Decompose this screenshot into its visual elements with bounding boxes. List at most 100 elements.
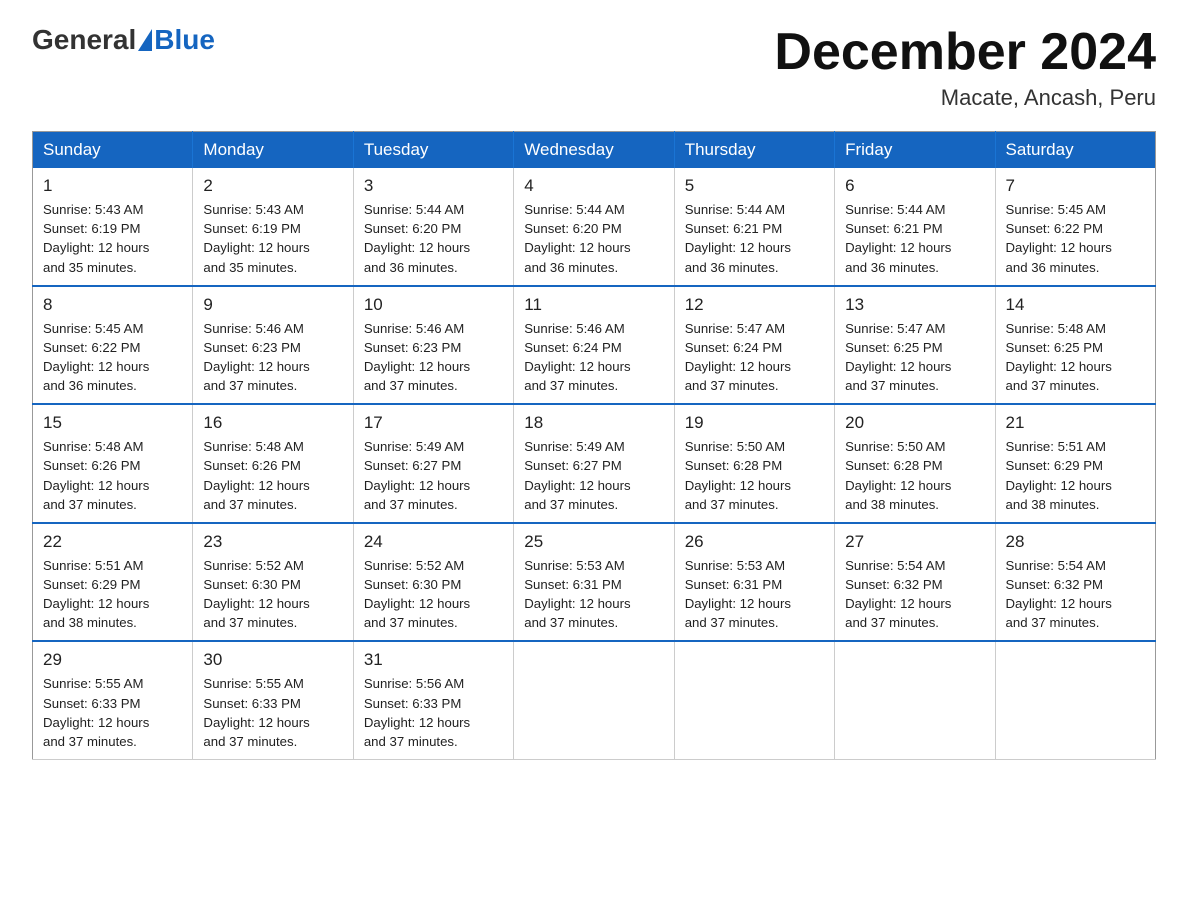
calendar-cell: [514, 641, 674, 759]
calendar-cell: 3 Sunrise: 5:44 AMSunset: 6:20 PMDayligh…: [353, 168, 513, 286]
calendar-cell: 19 Sunrise: 5:50 AMSunset: 6:28 PMDaylig…: [674, 404, 834, 523]
day-number: 29: [43, 650, 182, 670]
day-number: 23: [203, 532, 342, 552]
calendar-header-monday: Monday: [193, 132, 353, 169]
logo: General Blue: [32, 24, 215, 56]
day-info: Sunrise: 5:51 AMSunset: 6:29 PMDaylight:…: [43, 556, 182, 633]
title-area: December 2024 Macate, Ancash, Peru: [774, 24, 1156, 111]
day-number: 9: [203, 295, 342, 315]
day-info: Sunrise: 5:45 AMSunset: 6:22 PMDaylight:…: [1006, 200, 1145, 277]
day-info: Sunrise: 5:46 AMSunset: 6:23 PMDaylight:…: [364, 319, 503, 396]
calendar-week-3: 15 Sunrise: 5:48 AMSunset: 6:26 PMDaylig…: [33, 404, 1156, 523]
calendar-cell: 21 Sunrise: 5:51 AMSunset: 6:29 PMDaylig…: [995, 404, 1155, 523]
day-info: Sunrise: 5:44 AMSunset: 6:21 PMDaylight:…: [685, 200, 824, 277]
calendar-cell: 22 Sunrise: 5:51 AMSunset: 6:29 PMDaylig…: [33, 523, 193, 642]
calendar-cell: [835, 641, 995, 759]
calendar-week-5: 29 Sunrise: 5:55 AMSunset: 6:33 PMDaylig…: [33, 641, 1156, 759]
logo-general-text: General: [32, 24, 136, 56]
day-info: Sunrise: 5:51 AMSunset: 6:29 PMDaylight:…: [1006, 437, 1145, 514]
calendar-cell: 23 Sunrise: 5:52 AMSunset: 6:30 PMDaylig…: [193, 523, 353, 642]
day-number: 20: [845, 413, 984, 433]
day-number: 3: [364, 176, 503, 196]
calendar-table: SundayMondayTuesdayWednesdayThursdayFrid…: [32, 131, 1156, 760]
day-number: 26: [685, 532, 824, 552]
day-number: 27: [845, 532, 984, 552]
calendar-header-saturday: Saturday: [995, 132, 1155, 169]
day-number: 8: [43, 295, 182, 315]
day-number: 25: [524, 532, 663, 552]
calendar-cell: 1 Sunrise: 5:43 AMSunset: 6:19 PMDayligh…: [33, 168, 193, 286]
calendar-cell: 28 Sunrise: 5:54 AMSunset: 6:32 PMDaylig…: [995, 523, 1155, 642]
day-info: Sunrise: 5:48 AMSunset: 6:26 PMDaylight:…: [43, 437, 182, 514]
day-info: Sunrise: 5:46 AMSunset: 6:23 PMDaylight:…: [203, 319, 342, 396]
calendar-cell: 8 Sunrise: 5:45 AMSunset: 6:22 PMDayligh…: [33, 286, 193, 405]
day-number: 11: [524, 295, 663, 315]
day-info: Sunrise: 5:50 AMSunset: 6:28 PMDaylight:…: [685, 437, 824, 514]
calendar-header-sunday: Sunday: [33, 132, 193, 169]
calendar-cell: 11 Sunrise: 5:46 AMSunset: 6:24 PMDaylig…: [514, 286, 674, 405]
page-header: General Blue December 2024 Macate, Ancas…: [32, 24, 1156, 111]
calendar-cell: 20 Sunrise: 5:50 AMSunset: 6:28 PMDaylig…: [835, 404, 995, 523]
calendar-header-row: SundayMondayTuesdayWednesdayThursdayFrid…: [33, 132, 1156, 169]
day-number: 4: [524, 176, 663, 196]
calendar-cell: 14 Sunrise: 5:48 AMSunset: 6:25 PMDaylig…: [995, 286, 1155, 405]
location-title: Macate, Ancash, Peru: [774, 85, 1156, 111]
day-number: 15: [43, 413, 182, 433]
calendar-cell: 29 Sunrise: 5:55 AMSunset: 6:33 PMDaylig…: [33, 641, 193, 759]
calendar-cell: 25 Sunrise: 5:53 AMSunset: 6:31 PMDaylig…: [514, 523, 674, 642]
calendar-cell: 9 Sunrise: 5:46 AMSunset: 6:23 PMDayligh…: [193, 286, 353, 405]
day-number: 12: [685, 295, 824, 315]
day-number: 10: [364, 295, 503, 315]
day-info: Sunrise: 5:49 AMSunset: 6:27 PMDaylight:…: [524, 437, 663, 514]
day-info: Sunrise: 5:55 AMSunset: 6:33 PMDaylight:…: [203, 674, 342, 751]
calendar-cell: 31 Sunrise: 5:56 AMSunset: 6:33 PMDaylig…: [353, 641, 513, 759]
day-number: 5: [685, 176, 824, 196]
calendar-cell: 7 Sunrise: 5:45 AMSunset: 6:22 PMDayligh…: [995, 168, 1155, 286]
day-info: Sunrise: 5:56 AMSunset: 6:33 PMDaylight:…: [364, 674, 503, 751]
calendar-cell: 10 Sunrise: 5:46 AMSunset: 6:23 PMDaylig…: [353, 286, 513, 405]
day-number: 31: [364, 650, 503, 670]
day-info: Sunrise: 5:43 AMSunset: 6:19 PMDaylight:…: [43, 200, 182, 277]
day-info: Sunrise: 5:48 AMSunset: 6:25 PMDaylight:…: [1006, 319, 1145, 396]
day-number: 21: [1006, 413, 1145, 433]
calendar-cell: 26 Sunrise: 5:53 AMSunset: 6:31 PMDaylig…: [674, 523, 834, 642]
day-info: Sunrise: 5:44 AMSunset: 6:21 PMDaylight:…: [845, 200, 984, 277]
calendar-cell: 15 Sunrise: 5:48 AMSunset: 6:26 PMDaylig…: [33, 404, 193, 523]
calendar-week-4: 22 Sunrise: 5:51 AMSunset: 6:29 PMDaylig…: [33, 523, 1156, 642]
day-info: Sunrise: 5:53 AMSunset: 6:31 PMDaylight:…: [524, 556, 663, 633]
day-info: Sunrise: 5:52 AMSunset: 6:30 PMDaylight:…: [364, 556, 503, 633]
day-number: 2: [203, 176, 342, 196]
day-info: Sunrise: 5:45 AMSunset: 6:22 PMDaylight:…: [43, 319, 182, 396]
calendar-cell: 5 Sunrise: 5:44 AMSunset: 6:21 PMDayligh…: [674, 168, 834, 286]
day-number: 24: [364, 532, 503, 552]
calendar-header-thursday: Thursday: [674, 132, 834, 169]
calendar-cell: 13 Sunrise: 5:47 AMSunset: 6:25 PMDaylig…: [835, 286, 995, 405]
day-info: Sunrise: 5:44 AMSunset: 6:20 PMDaylight:…: [524, 200, 663, 277]
calendar-cell: 27 Sunrise: 5:54 AMSunset: 6:32 PMDaylig…: [835, 523, 995, 642]
calendar-cell: 2 Sunrise: 5:43 AMSunset: 6:19 PMDayligh…: [193, 168, 353, 286]
day-info: Sunrise: 5:49 AMSunset: 6:27 PMDaylight:…: [364, 437, 503, 514]
day-info: Sunrise: 5:54 AMSunset: 6:32 PMDaylight:…: [1006, 556, 1145, 633]
day-number: 18: [524, 413, 663, 433]
day-number: 6: [845, 176, 984, 196]
calendar-cell: 12 Sunrise: 5:47 AMSunset: 6:24 PMDaylig…: [674, 286, 834, 405]
day-number: 16: [203, 413, 342, 433]
calendar-header-friday: Friday: [835, 132, 995, 169]
day-info: Sunrise: 5:55 AMSunset: 6:33 PMDaylight:…: [43, 674, 182, 751]
calendar-cell: 18 Sunrise: 5:49 AMSunset: 6:27 PMDaylig…: [514, 404, 674, 523]
day-number: 14: [1006, 295, 1145, 315]
calendar-cell: 30 Sunrise: 5:55 AMSunset: 6:33 PMDaylig…: [193, 641, 353, 759]
calendar-cell: [674, 641, 834, 759]
calendar-cell: 16 Sunrise: 5:48 AMSunset: 6:26 PMDaylig…: [193, 404, 353, 523]
day-number: 19: [685, 413, 824, 433]
calendar-cell: 24 Sunrise: 5:52 AMSunset: 6:30 PMDaylig…: [353, 523, 513, 642]
day-number: 17: [364, 413, 503, 433]
day-number: 22: [43, 532, 182, 552]
calendar-week-1: 1 Sunrise: 5:43 AMSunset: 6:19 PMDayligh…: [33, 168, 1156, 286]
day-number: 30: [203, 650, 342, 670]
day-info: Sunrise: 5:47 AMSunset: 6:24 PMDaylight:…: [685, 319, 824, 396]
calendar-week-2: 8 Sunrise: 5:45 AMSunset: 6:22 PMDayligh…: [33, 286, 1156, 405]
day-number: 28: [1006, 532, 1145, 552]
logo-blue-text: Blue: [154, 24, 215, 56]
calendar-header-wednesday: Wednesday: [514, 132, 674, 169]
